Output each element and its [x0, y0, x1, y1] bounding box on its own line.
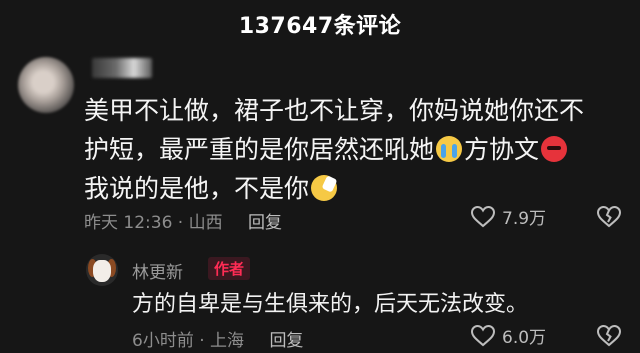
- comment-count-title: 137647条评论: [238, 14, 402, 39]
- commenter-avatar[interactable]: [18, 57, 74, 113]
- reply-time-location: 6小时前 · 上海: [132, 331, 245, 351]
- angry-emoji-icon: [541, 136, 568, 162]
- reply-reply-button[interactable]: 回复: [269, 331, 303, 351]
- dog-face: [93, 260, 111, 282]
- comment-time-location: 昨天 12:36 · 山西: [84, 213, 223, 233]
- salute-emoji-icon: [311, 175, 338, 201]
- heart-icon: [470, 324, 496, 346]
- commenter-name-blurred: [92, 58, 152, 78]
- author-avatar[interactable]: [86, 254, 118, 286]
- broken-heart-icon[interactable]: [596, 205, 622, 229]
- comment-line-2a: 护短，最严重的是你居然还吼她: [84, 135, 435, 164]
- broken-heart-icon[interactable]: [596, 324, 622, 348]
- author-badge: 作者: [208, 257, 251, 280]
- comment-meta: 昨天 12:36 · 山西 回复: [84, 208, 282, 233]
- reply-body: 方的自卑是与生俱来的，后天无法改变。: [132, 292, 529, 317]
- comment-like-count: 7.9万: [502, 209, 547, 229]
- comment-like-button[interactable]: 7.9万: [470, 204, 546, 229]
- comment-line-1: 美甲不让做，裙子也不让穿，你妈说她你还不: [84, 96, 585, 125]
- comment-line-3: 我说的是他，不是你: [84, 174, 310, 203]
- comment-body: 美甲不让做，裙子也不让穿，你妈说她你还不 护短，最严重的是你居然还吼她 方协文 我…: [84, 91, 624, 208]
- heart-icon: [470, 205, 496, 227]
- reply-like-button[interactable]: 6.0万: [470, 323, 546, 348]
- reply-meta: 6小时前 · 上海 回复: [132, 326, 303, 351]
- reply-like-count: 6.0万: [502, 328, 547, 348]
- reply-author-name[interactable]: 林更新: [132, 258, 183, 283]
- comment-line-2b: 方协文: [464, 135, 540, 164]
- comment-reply-button[interactable]: 回复: [248, 213, 282, 233]
- crying-emoji-icon: [436, 136, 463, 162]
